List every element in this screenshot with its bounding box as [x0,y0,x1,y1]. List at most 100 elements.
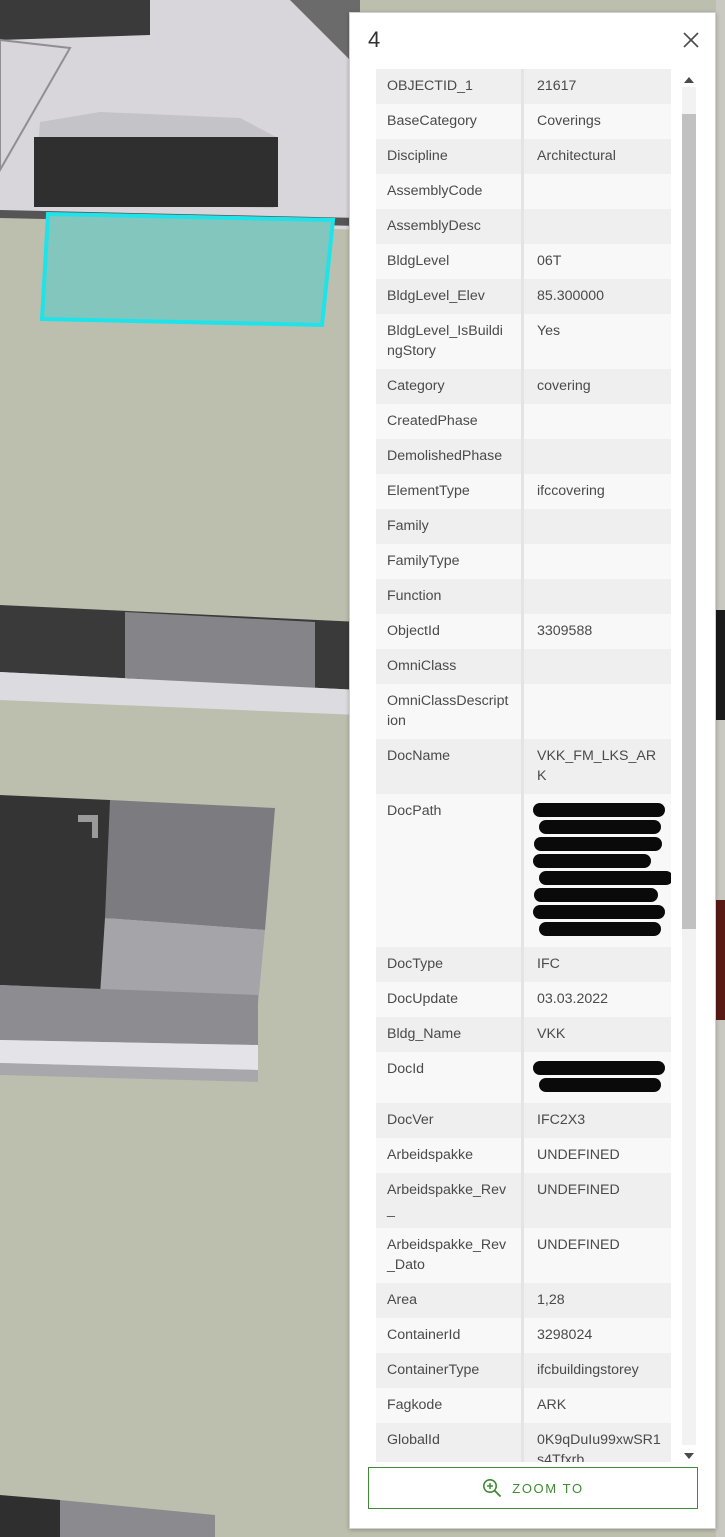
scrollbar-thumb[interactable] [682,114,696,929]
attribute-key: AssemblyDesc [376,209,524,244]
attribute-key: FamilyType [376,544,524,579]
attribute-key: DocName [376,739,524,794]
attribute-value [522,509,671,544]
attribute-value: 03.03.2022 [522,982,671,1017]
popup-title: 4 [368,27,381,52]
attribute-key: OmniClassDescription [376,684,524,739]
scroll-up-arrow-icon[interactable] [684,77,694,83]
attribute-row: AssemblyDesc [376,209,671,244]
redacted-text-block [539,922,661,936]
attribute-value [522,684,671,739]
selected-feature-highlight[interactable] [39,211,336,328]
attribute-value: 3309588 [522,614,671,649]
attribute-key: CreatedPhase [376,404,524,439]
attribute-row: ObjectId 3309588 [376,614,671,649]
scrollbar-track[interactable] [682,87,696,1445]
attribute-table-container[interactable]: OBJECTID_1 21617 BaseCategory Coverings Disc… [376,69,671,1462]
redacted-text-block [534,888,658,902]
attribute-key: ElementType [376,474,524,509]
attribute-value: ifcbuildingstorey [522,1353,671,1388]
attribute-key: Family [376,509,524,544]
attribute-value: VKK_FM_LKS_ARK [522,739,671,794]
attribute-row: BldgLevel_IsBuildingStory Yes [376,314,671,369]
attribute-key: ContainerId [376,1318,524,1353]
attribute-row: Fagkode ARK [376,1388,671,1423]
attribute-value: UNDEFINED [522,1173,671,1228]
attribute-key: OmniClass [376,649,524,684]
attribute-row: DocVer IFC2X3 [376,1103,671,1138]
attribute-row: Bldg_Name VKK [376,1017,671,1052]
attribute-value: 06T [522,244,671,279]
attribute-value: Yes [522,314,671,369]
attribute-key: Arbeidspakke [376,1138,524,1173]
attribute-row: GlobalId 0K9qDuIu99xwSR1s4Tfxrb [376,1423,671,1462]
attribute-value: 1,28 [522,1283,671,1318]
attribute-value: 21617 [522,69,671,104]
attribute-value: UNDEFINED [522,1138,671,1173]
attribute-row: BaseCategory Coverings [376,104,671,139]
attribute-key: BldgLevel_Elev [376,279,524,314]
attribute-value [522,649,671,684]
attribute-table: OBJECTID_1 21617 BaseCategory Coverings Disc… [376,69,671,1462]
attribute-row: DocType IFC [376,947,671,982]
attribute-row: OmniClass [376,649,671,684]
attribute-key: Area [376,1283,524,1318]
attribute-value [522,439,671,474]
attribute-row: AssemblyCode [376,174,671,209]
attribute-key: Bldg_Name [376,1017,524,1052]
attribute-row: DocName VKK_FM_LKS_ARK [376,739,671,794]
attribute-row: Discipline Architectural [376,139,671,174]
zoom-to-label: ZOOM TO [512,1480,584,1496]
attribute-value: covering [522,369,671,404]
attribute-value: VKK [522,1017,671,1052]
attribute-value: UNDEFINED [522,1228,671,1283]
attribute-key: DocVer [376,1103,524,1138]
attribute-row: Arbeidspakke UNDEFINED [376,1138,671,1173]
redacted-text-block [533,854,651,868]
attribute-key: AssemblyCode [376,174,524,209]
attribute-value: 3298024 [522,1318,671,1353]
redacted-text-block [534,837,662,851]
attribute-row: OBJECTID_1 21617 [376,69,671,104]
zoom-to-button[interactable]: ZOOM TO [368,1467,698,1509]
attribute-key: DocType [376,947,524,982]
scrollbar[interactable] [680,71,698,1461]
attribute-key: Arbeidspakke_Rev_ [376,1173,524,1228]
attribute-value [522,794,671,947]
attribute-key: DocUpdate [376,982,524,1017]
attribute-key: GlobalId [376,1423,524,1462]
attribute-key: BaseCategory [376,104,524,139]
attribute-row: ContainerType ifcbuildingstorey [376,1353,671,1388]
attribute-row: DemolishedPhase [376,439,671,474]
close-icon[interactable] [680,29,702,51]
scroll-down-arrow-icon[interactable] [684,1453,694,1459]
attribute-key: Discipline [376,139,524,174]
attribute-value [522,1052,671,1103]
attribute-row: Arbeidspakke_Rev_ UNDEFINED [376,1173,671,1228]
attribute-value [522,209,671,244]
attribute-row: DocPath [376,794,671,947]
attribute-key: Function [376,579,524,614]
attribute-value: Architectural [522,139,671,174]
attribute-value: ifccovering [522,474,671,509]
attribute-value [522,404,671,439]
attribute-row: CreatedPhase [376,404,671,439]
attribute-row: DocUpdate 03.03.2022 [376,982,671,1017]
attribute-key: DocId [376,1052,524,1103]
attribute-key: Fagkode [376,1388,524,1423]
attribute-key: ObjectId [376,614,524,649]
attribute-value [522,544,671,579]
attribute-value: ARK [522,1388,671,1423]
redacted-text-block [539,1078,661,1092]
attribute-key: DemolishedPhase [376,439,524,474]
redacted-text-block [533,803,665,817]
attribute-row: Category covering [376,369,671,404]
redacted-text-block [539,871,671,885]
attribute-row: ContainerId 3298024 [376,1318,671,1353]
attribute-key: OBJECTID_1 [376,69,524,104]
attribute-row: BldgLevel 06T [376,244,671,279]
redacted-text-block [533,905,665,919]
attribute-value: IFC [522,947,671,982]
redacted-text-block [533,1061,665,1075]
attribute-row: OmniClassDescription [376,684,671,739]
